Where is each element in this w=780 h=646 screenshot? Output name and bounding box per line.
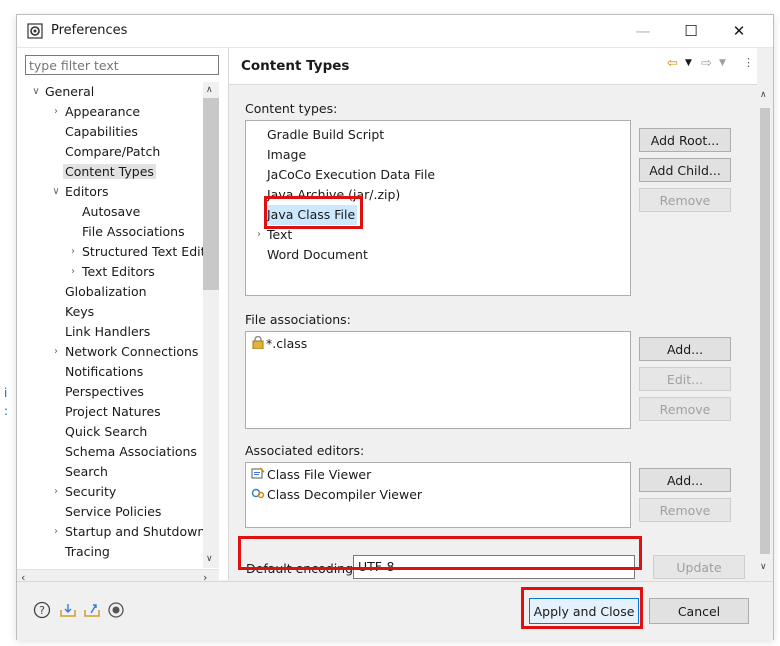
tree-item-startup-and-shutdown[interactable]: › Startup and Shutdown xyxy=(54,522,203,542)
cancel-button[interactable]: Cancel xyxy=(649,598,749,624)
title-bar: Preferences — ☐ ✕ xyxy=(17,15,773,48)
tree-item-file-associations[interactable]: File Associations xyxy=(82,222,185,242)
collapse-icon[interactable]: › xyxy=(50,342,62,362)
window-title: Preferences xyxy=(51,23,128,38)
tree-item-schema-associations[interactable]: Schema Associations xyxy=(65,442,197,462)
tree-item-editors[interactable]: ∨ Editors xyxy=(52,182,108,202)
content-type-item[interactable]: Word Document xyxy=(267,245,368,265)
scrollbar-thumb[interactable] xyxy=(760,108,770,554)
tree-item-keys[interactable]: Keys xyxy=(65,302,94,322)
tree-item-text-editors[interactable]: › Text Editors xyxy=(71,262,155,282)
associated-editors-label: Associated editors: xyxy=(245,443,365,458)
forward-menu-icon[interactable]: ▼ xyxy=(719,58,726,68)
remove-file-association-button[interactable]: Remove xyxy=(639,397,731,421)
help-icon[interactable]: ? xyxy=(33,601,51,619)
add-editor-button[interactable]: Add... xyxy=(639,468,731,492)
page-title: Content Types xyxy=(241,58,350,74)
apply-and-close-button[interactable]: Apply and Close xyxy=(529,598,639,624)
tree-item-capabilities[interactable]: Capabilities xyxy=(65,122,138,142)
scroll-down-icon[interactable]: ∨ xyxy=(206,554,213,564)
collapse-icon[interactable]: › xyxy=(50,482,62,502)
preference-tree-panel: ∨General ›Appearance Capabilities Compar… xyxy=(17,48,229,586)
scrollbar-thumb[interactable] xyxy=(203,98,219,290)
forward-arrow-icon[interactable]: ⇨ xyxy=(701,56,712,71)
import-icon[interactable] xyxy=(59,601,77,619)
view-menu-icon[interactable]: ⋮ xyxy=(743,56,754,69)
content-type-item[interactable]: Java Archive (jar/.zip) xyxy=(267,185,400,205)
tree-vertical-scrollbar[interactable]: ∧ ∨ xyxy=(203,82,219,568)
update-encoding-button[interactable]: Update xyxy=(653,555,745,579)
file-associations-label: File associations: xyxy=(245,312,351,327)
remove-editor-button[interactable]: Remove xyxy=(639,498,731,522)
export-icon[interactable] xyxy=(83,601,101,619)
tree-item-compare-patch[interactable]: Compare/Patch xyxy=(65,142,160,162)
collapse-icon[interactable]: › xyxy=(253,225,265,245)
content-type-item-selected[interactable]: Java Class File xyxy=(265,205,358,225)
expand-icon[interactable]: ∨ xyxy=(50,182,62,202)
tree-item-globalization[interactable]: Globalization xyxy=(65,282,147,302)
add-child-button[interactable]: Add Child... xyxy=(639,158,731,182)
collapse-icon[interactable]: › xyxy=(67,262,79,282)
tree-item-structured-text-editors[interactable]: › Structured Text Edit xyxy=(71,242,203,262)
svg-text:?: ? xyxy=(39,604,45,617)
tree-item-tracing[interactable]: Tracing xyxy=(65,542,110,562)
tree-item-appearance[interactable]: › Appearance xyxy=(54,102,140,122)
background-editor-mark: : xyxy=(4,404,9,418)
back-menu-icon[interactable]: ▼ xyxy=(685,58,692,68)
filter-input[interactable] xyxy=(25,55,219,75)
tree-item-project-natures[interactable]: Project Natures xyxy=(65,402,161,422)
tree-item-search[interactable]: Search xyxy=(65,462,108,482)
back-arrow-icon[interactable]: ⇦ xyxy=(667,56,678,71)
remove-content-type-button[interactable]: Remove xyxy=(639,188,731,212)
tree-item-security[interactable]: › Security xyxy=(54,482,116,502)
content-type-item[interactable]: JaCoCo Execution Data File xyxy=(267,165,435,185)
content-type-item[interactable]: Gradle Build Script xyxy=(267,125,384,145)
dialog-button-bar: ? Apply and Close Cancel xyxy=(17,581,773,640)
decompiler-viewer-icon xyxy=(251,486,267,506)
content-type-item[interactable]: › Text xyxy=(257,225,292,245)
tree-item-perspectives[interactable]: Perspectives xyxy=(65,382,144,402)
editor-item[interactable]: Class File Viewer xyxy=(251,465,371,485)
editor-item[interactable]: Class Decompiler Viewer xyxy=(251,485,422,505)
class-file-viewer-icon xyxy=(251,466,267,486)
file-association-item[interactable]: *.class xyxy=(252,334,307,354)
scroll-up-icon[interactable]: ∧ xyxy=(206,85,213,95)
collapse-icon[interactable]: › xyxy=(50,522,62,542)
page-vertical-scrollbar[interactable]: ∧ ∨ xyxy=(757,84,773,580)
expand-icon[interactable]: ∨ xyxy=(30,82,42,102)
tree-item-quick-search[interactable]: Quick Search xyxy=(65,422,147,442)
tree-item-general[interactable]: ∨ General xyxy=(32,82,94,102)
content-type-item[interactable]: Image xyxy=(267,145,306,165)
tree-item-link-handlers[interactable]: Link Handlers xyxy=(65,322,150,342)
add-root-button[interactable]: Add Root... xyxy=(639,128,731,152)
lock-icon xyxy=(252,335,266,355)
content-types-list[interactable]: Gradle Build Script Image JaCoCo Executi… xyxy=(245,120,631,296)
maximize-button[interactable]: ☐ xyxy=(669,15,713,47)
scroll-down-icon[interactable]: ∨ xyxy=(760,562,767,572)
tree-item-service-policies[interactable]: Service Policies xyxy=(65,502,161,522)
preference-tree: ∨ General › Appearance Capabilities Compar… xyxy=(17,82,203,568)
collapse-icon[interactable]: › xyxy=(50,102,62,122)
tree-item-content-types[interactable]: Content Types xyxy=(63,162,156,182)
background-editor-mark: i xyxy=(4,386,8,400)
default-encoding-label: Default encoding: xyxy=(246,561,358,576)
content-types-page: Content Types ⇦ ▼ ⇨ ▼ ⋮ Content types: G… xyxy=(229,48,773,580)
scroll-up-icon[interactable]: ∧ xyxy=(760,90,767,100)
associated-editors-list[interactable]: Class File Viewer Class Decompiler Viewe… xyxy=(245,462,631,528)
record-icon[interactable] xyxy=(107,601,125,619)
close-button[interactable]: ✕ xyxy=(717,15,761,47)
preferences-app-icon xyxy=(27,23,43,39)
add-file-association-button[interactable]: Add... xyxy=(639,337,731,361)
tree-item-autosave[interactable]: Autosave xyxy=(82,202,140,222)
page-header: Content Types ⇦ ▼ ⇨ ▼ ⋮ xyxy=(229,48,757,85)
default-encoding-field[interactable]: UTF-8 xyxy=(353,555,635,579)
tree-item-network-connections[interactable]: › Network Connections xyxy=(54,342,198,362)
edit-file-association-button[interactable]: Edit... xyxy=(639,367,731,391)
preferences-dialog: Preferences — ☐ ✕ ∨General ›Appearance C… xyxy=(16,14,774,640)
collapse-icon[interactable]: › xyxy=(67,242,79,262)
file-associations-list[interactable]: *.class xyxy=(245,331,631,429)
content-types-label: Content types: xyxy=(245,101,338,116)
tree-item-notifications[interactable]: Notifications xyxy=(65,362,143,382)
minimize-button[interactable]: — xyxy=(621,15,665,47)
